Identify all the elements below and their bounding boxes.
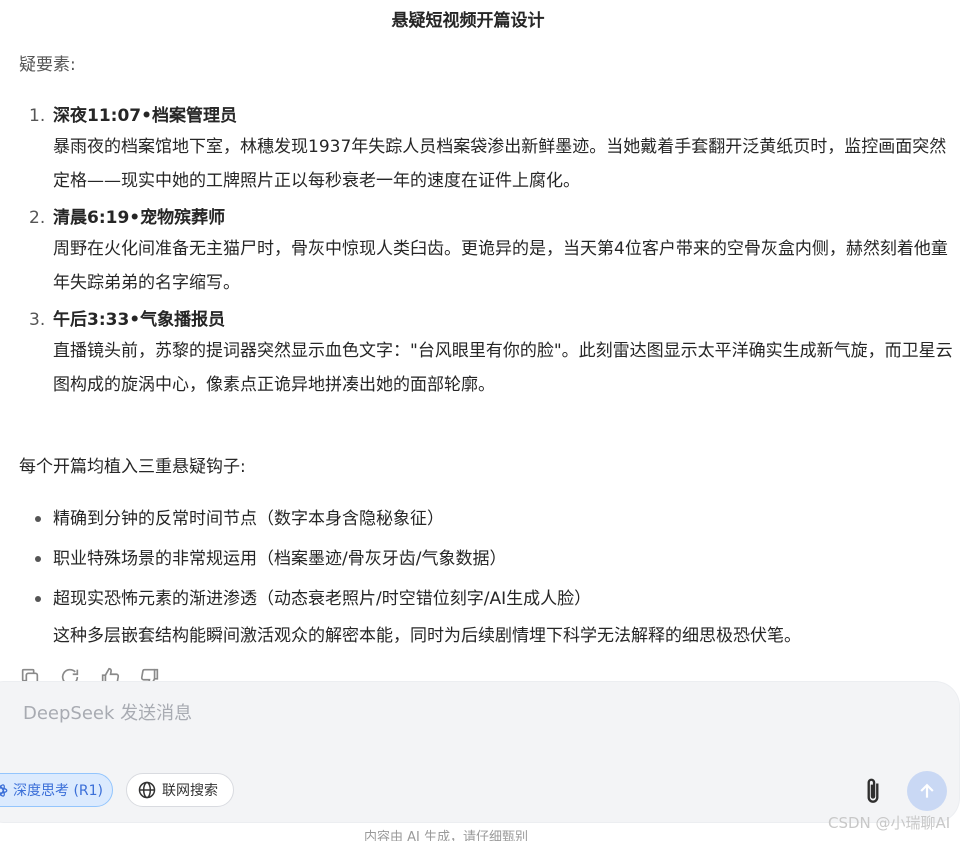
list-item-heading: 午后3:33•气象播报员 bbox=[53, 310, 226, 330]
bullet-dot bbox=[35, 596, 41, 602]
chat-page: 悬疑短视频开篇设计 疑要素: 1. 深夜11:07•档案管理员 暴雨夜的档案馆地… bbox=[0, 0, 975, 841]
web-search-label: 联网搜索 bbox=[162, 783, 218, 799]
atom-icon bbox=[0, 783, 8, 797]
conclusion-text: 这种多层嵌套结构能瞬间激活观众的解密本能，同时为后续剧情埋下科学无法解释的细思极… bbox=[53, 626, 801, 646]
bullet-text: 职业特殊场景的非常规运用（档案墨迹/骨灰牙齿/气象数据） bbox=[53, 549, 507, 569]
deep-think-toggle[interactable]: 深度思考 (R1) bbox=[0, 773, 113, 807]
list-item-body: 暴雨夜的档案馆地下室，林穗发现1937年失踪人员档案袋渗出新鲜墨迹。当她戴着手套… bbox=[53, 137, 947, 191]
list-item-heading: 清晨6:19•宠物殡葬师 bbox=[53, 208, 226, 228]
paperclip-icon bbox=[867, 778, 879, 803]
hooks-list: 精确到分钟的反常时间节点（数字本身含隐秘象征） 职业特殊场景的非常规运用（档案墨… bbox=[0, 505, 960, 625]
list-item: 3. 午后3:33•气象播报员 直播镜头前，苏黎的提词器突然显示血色文字："台风… bbox=[0, 306, 960, 402]
bullet-dot bbox=[35, 516, 41, 522]
bullet-text: 精确到分钟的反常时间节点（数字本身含隐秘象征） bbox=[53, 509, 444, 529]
list-item: 2. 清晨6:19•宠物殡葬师 周野在火化间准备无主猫尸时，骨灰中惊现人类臼齿。… bbox=[0, 204, 960, 300]
hooks-intro: 每个开篇均植入三重悬疑钩子: bbox=[19, 457, 246, 477]
bullet-item: 超现实恐怖元素的渐进渗透（动态衰老照片/时空错位刻字/AI生成人脸） bbox=[0, 585, 960, 625]
list-item-heading: 深夜11:07•档案管理员 bbox=[53, 106, 237, 126]
list-item-body: 直播镜头前，苏黎的提词器突然显示血色文字："台风眼里有你的脸"。此刻雷达图显示太… bbox=[53, 341, 953, 395]
list-number: 2. bbox=[29, 208, 46, 228]
list-number: 1. bbox=[29, 106, 46, 126]
globe-icon bbox=[138, 781, 156, 799]
send-button[interactable] bbox=[907, 771, 947, 811]
bullet-dot bbox=[35, 556, 41, 562]
ai-disclaimer: 内容由 AI 生成，请仔细甄别 bbox=[364, 830, 528, 841]
deep-think-label: 深度思考 (R1) bbox=[13, 783, 104, 799]
watermark: CSDN @小瑞聊AI bbox=[828, 814, 951, 832]
bullet-text: 超现实恐怖元素的渐进渗透（动态衰老照片/时空错位刻字/AI生成人脸） bbox=[53, 589, 592, 609]
response-title: 悬疑短视频开篇设计 bbox=[391, 11, 545, 31]
intro-text: 疑要素: bbox=[19, 55, 76, 75]
bullet-item: 职业特殊场景的非常规运用（档案墨迹/骨灰牙齿/气象数据） bbox=[0, 545, 960, 585]
arrow-up-icon bbox=[920, 783, 934, 798]
attach-button[interactable] bbox=[860, 776, 886, 806]
openings-list: 1. 深夜11:07•档案管理员 暴雨夜的档案馆地下室，林穗发现1937年失踪人… bbox=[0, 102, 960, 408]
list-item: 1. 深夜11:07•档案管理员 暴雨夜的档案馆地下室，林穗发现1937年失踪人… bbox=[0, 102, 960, 198]
message-input[interactable]: DeepSeek 发送消息 bbox=[23, 700, 192, 728]
list-item-body: 周野在火化间准备无主猫尸时，骨灰中惊现人类臼齿。更诡异的是，当天第4位客户带来的… bbox=[53, 239, 948, 293]
web-search-toggle[interactable]: 联网搜索 bbox=[126, 773, 234, 807]
bullet-item: 精确到分钟的反常时间节点（数字本身含隐秘象征） bbox=[0, 505, 960, 545]
list-number: 3. bbox=[29, 310, 46, 330]
